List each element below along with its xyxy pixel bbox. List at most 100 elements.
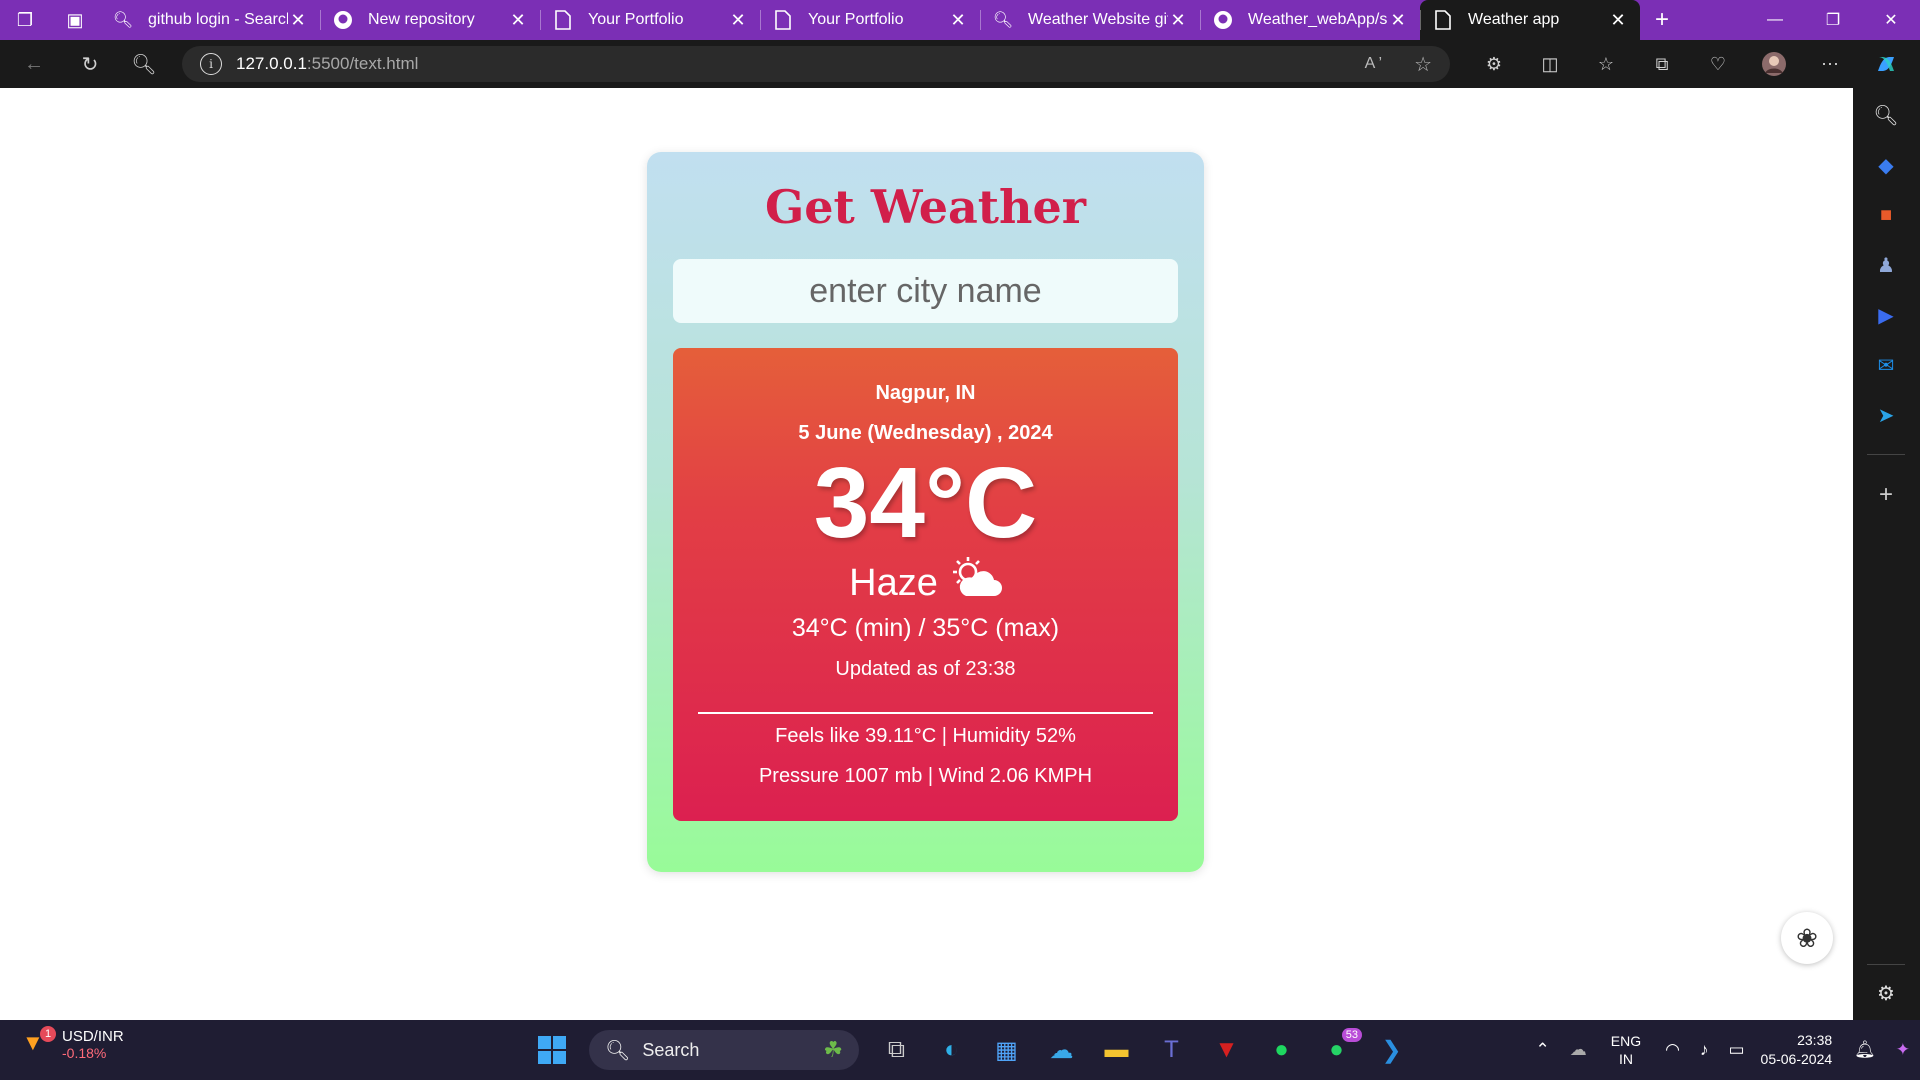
send-icon[interactable]: ➤ xyxy=(1871,400,1901,430)
search-icon: 🔍︎ xyxy=(112,12,134,29)
performance-icon[interactable]: ♡ xyxy=(1690,48,1746,80)
mcafee-icon[interactable]: ▼ xyxy=(1199,1028,1254,1072)
microsoft-store-icon[interactable]: ▦ xyxy=(979,1028,1034,1072)
close-tab-icon[interactable]: ✕ xyxy=(728,10,748,31)
stock-ticker-widget[interactable]: ▼ 1 USD/INR -0.18% xyxy=(22,1025,124,1061)
address-bar[interactable]: i 127.0.0.1:5500/text.html A ’ ☆ xyxy=(182,46,1450,82)
tab-your-portfolio-2[interactable]: Your Portfolio ✕ xyxy=(760,0,980,40)
taskbar-search-box[interactable]: 🔍︎ Search ☘ xyxy=(589,1030,859,1070)
sidebar-divider xyxy=(1867,454,1905,455)
onedrive-icon[interactable]: ☁ xyxy=(1560,1040,1597,1060)
tools-briefcase-icon[interactable]: ■ xyxy=(1871,200,1901,230)
floating-assistant-button[interactable]: ❀ xyxy=(1781,912,1833,964)
whatsapp-icon[interactable]: ● 53 xyxy=(1309,1028,1364,1072)
refresh-icon[interactable]: ↻ xyxy=(72,48,108,80)
sidebar-divider xyxy=(1867,964,1905,965)
lang-line2: IN xyxy=(1618,1051,1633,1067)
notification-bell-icon[interactable]: 🔔︎ xyxy=(1844,1040,1886,1060)
temperature-value: 34°C xyxy=(813,447,1038,559)
task-view-icon[interactable]: ⧉ xyxy=(869,1028,924,1072)
split-screen-icon[interactable]: ◫ xyxy=(1522,48,1578,80)
games-icon[interactable]: ♟ xyxy=(1871,250,1901,280)
tab-title: Weather app xyxy=(1468,11,1560,28)
tab-title: Weather_webApp/sc xyxy=(1248,11,1388,28)
collections-icon[interactable]: ⧉ xyxy=(1634,48,1690,80)
copilot-taskbar-icon[interactable]: ✦ xyxy=(1886,1040,1920,1060)
plant-icon: ☘ xyxy=(823,1037,843,1062)
wifi-icon[interactable]: ◠ xyxy=(1655,1040,1690,1060)
new-tab-button[interactable]: + xyxy=(1640,0,1684,40)
workspaces-icon[interactable]: ❐ xyxy=(0,0,50,40)
read-aloud-icon[interactable]: A ’ xyxy=(1365,55,1382,73)
minimize-icon[interactable]: — xyxy=(1746,0,1804,40)
chevron-up-icon[interactable]: ⌃ xyxy=(1526,1040,1560,1060)
tab-title: New repository xyxy=(368,11,475,28)
search-icon: 🔍︎ xyxy=(605,1039,631,1062)
add-sidebar-app-icon[interactable]: + xyxy=(1871,480,1901,510)
close-tab-icon[interactable]: ✕ xyxy=(1388,10,1408,31)
pressure-wind-label: Pressure 1007 mb | Wind 2.06 KMPH xyxy=(758,765,1093,787)
clock[interactable]: 23:38 05-06-2024 xyxy=(1755,1031,1845,1069)
github-icon xyxy=(1212,9,1234,31)
notification-badge: 1 xyxy=(40,1025,56,1042)
weather-card: Get Weather Nagpur, IN 5 June (Wednesday… xyxy=(647,152,1204,872)
shopping-tag-icon[interactable]: ◆ xyxy=(1871,150,1901,180)
city-search-input[interactable] xyxy=(673,259,1178,323)
site-info-icon[interactable]: i xyxy=(200,53,222,75)
edge-sidebar: 🔍︎ ◆ ■ ♟ ▶ ✉ ➤ + ⚙ xyxy=(1853,88,1920,1020)
github-icon xyxy=(332,9,354,31)
windows-start-icon[interactable] xyxy=(524,1028,579,1072)
tab-weather-app[interactable]: Weather app ✕ xyxy=(1420,0,1640,40)
navigation-bar: ← ↻ 🔍︎ i 127.0.0.1:5500/text.html A ’ ☆ … xyxy=(0,40,1920,88)
url-host: 127.0.0.1 xyxy=(236,54,307,73)
favorites-icon[interactable]: ☆ xyxy=(1578,48,1634,80)
teams-icon[interactable]: T xyxy=(1144,1028,1199,1072)
clock-time: 23:38 xyxy=(1797,1032,1833,1048)
favorite-star-icon[interactable]: ☆ xyxy=(1414,52,1432,77)
condition-label: Haze xyxy=(849,561,938,604)
whatsapp-badge: 53 xyxy=(1341,1028,1362,1042)
close-tab-icon[interactable]: ✕ xyxy=(948,10,968,31)
close-tab-icon[interactable]: ✕ xyxy=(508,10,528,31)
sidebar-search-icon[interactable]: 🔍︎ xyxy=(1871,100,1901,130)
tab-weather-webapp-github[interactable]: Weather_webApp/sc ✕ xyxy=(1200,0,1420,40)
battery-icon[interactable]: ▭ xyxy=(1718,1040,1754,1060)
window-controls: — ❐ ✕ xyxy=(1746,0,1920,40)
copilot-icon[interactable] xyxy=(1858,48,1914,80)
date-label: 5 June (Wednesday) , 2024 xyxy=(798,422,1053,444)
tab-your-portfolio-1[interactable]: Your Portfolio ✕ xyxy=(540,0,760,40)
close-tab-icon[interactable]: ✕ xyxy=(1168,10,1188,31)
tab-title: Your Portfolio xyxy=(588,11,684,28)
url-path: :5500/text.html xyxy=(306,54,419,73)
tab-actions-icon[interactable]: ▣ xyxy=(50,0,100,40)
search-label: Search xyxy=(642,1039,700,1060)
edge-browser-icon[interactable]: ◐ xyxy=(924,1028,979,1072)
taskbar-apps: 🔍︎ Search ☘ ⧉ ◐ ▦ ☁ ▬ T ▼ ● ● 53 ❯ xyxy=(524,1028,1419,1072)
extensions-icon[interactable]: ⚙ xyxy=(1466,48,1522,80)
page-icon xyxy=(552,9,574,31)
language-indicator[interactable]: ENG IN xyxy=(1597,1032,1655,1068)
volume-icon[interactable]: ♪ xyxy=(1690,1040,1719,1060)
restore-icon[interactable]: ❐ xyxy=(1804,0,1862,40)
back-icon[interactable]: ← xyxy=(16,48,52,80)
outlook-icon[interactable]: ✉ xyxy=(1871,350,1901,380)
copilot-sidebar-icon[interactable]: ▶ xyxy=(1871,300,1901,330)
tab-weather-website-search[interactable]: 🔍︎ Weather Website git ✕ xyxy=(980,0,1200,40)
file-explorer-icon[interactable]: ▬ xyxy=(1089,1028,1144,1072)
close-tab-icon[interactable]: ✕ xyxy=(1608,10,1628,31)
stock-chart-icon: ▼ 1 xyxy=(22,1025,56,1060)
search-icon: 🔍︎ xyxy=(992,12,1014,29)
close-tab-icon[interactable]: ✕ xyxy=(288,10,308,31)
search-icon[interactable]: 🔍︎ xyxy=(126,48,162,80)
sidebar-settings-icon[interactable]: ⚙ xyxy=(1871,978,1901,1008)
tab-title: github login - Search xyxy=(148,11,288,28)
weather-app-icon[interactable]: ☁ xyxy=(1034,1028,1089,1072)
close-window-icon[interactable]: ✕ xyxy=(1862,0,1920,40)
tab-github-login-search[interactable]: 🔍︎ github login - Search ✕ xyxy=(100,0,320,40)
more-options-icon[interactable]: ⋯ xyxy=(1802,48,1858,80)
tab-new-repository[interactable]: New repository ✕ xyxy=(320,0,540,40)
spotify-icon[interactable]: ● xyxy=(1254,1028,1309,1072)
feels-humidity-label: Feels like 39.11°C | Humidity 52% xyxy=(775,725,1076,747)
profile-avatar[interactable] xyxy=(1746,48,1802,80)
vscode-icon[interactable]: ❯ xyxy=(1364,1028,1419,1072)
